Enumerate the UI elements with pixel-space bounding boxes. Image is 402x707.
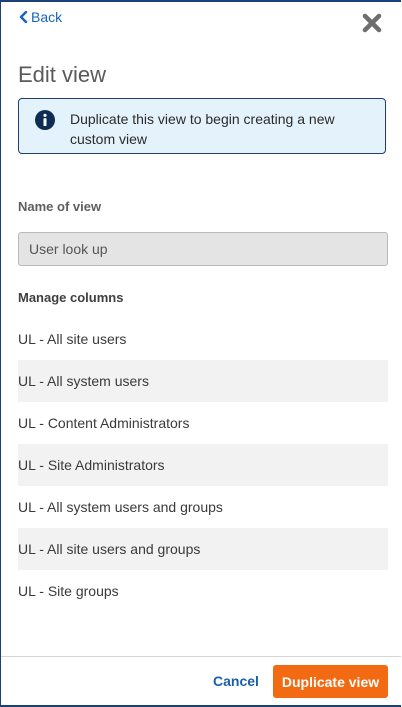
footer-divider	[1, 656, 401, 657]
info-icon	[35, 110, 55, 130]
page-title: Edit view	[18, 62, 107, 87]
chevron-left-icon	[19, 11, 28, 23]
duplicate-view-button[interactable]: Duplicate view	[273, 665, 388, 698]
column-item[interactable]: UL - All system users	[18, 360, 388, 402]
column-item[interactable]: UL - Site groups	[18, 570, 388, 612]
column-item[interactable]: UL - Site Administrators	[18, 444, 388, 486]
column-item[interactable]: UL - All site users	[18, 318, 388, 360]
column-item[interactable]: UL - All system users and groups	[18, 486, 388, 528]
column-list: UL - All site users UL - All system user…	[18, 318, 388, 612]
back-link[interactable]: Back	[19, 9, 62, 25]
manage-columns-label: Manage columns	[18, 290, 124, 305]
close-icon[interactable]	[361, 12, 383, 34]
name-of-view-label: Name of view	[18, 199, 102, 214]
info-banner: Duplicate this view to begin creating a …	[18, 98, 386, 154]
name-of-view-input[interactable]	[18, 232, 388, 266]
column-item[interactable]: UL - Content Administrators	[18, 402, 388, 444]
column-item[interactable]: UL - All site users and groups	[18, 528, 388, 570]
edit-view-panel: Back Edit view Duplicate this view to be…	[0, 0, 401, 707]
back-label: Back	[31, 9, 63, 25]
panel-top-border	[1, 0, 401, 2]
cancel-button[interactable]: Cancel	[213, 672, 259, 690]
info-message: Duplicate this view to begin creating a …	[70, 111, 335, 147]
